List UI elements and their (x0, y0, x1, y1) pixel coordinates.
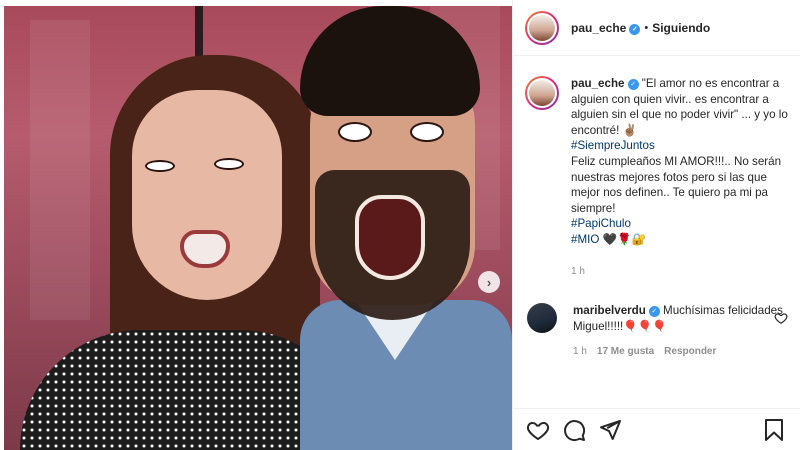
emoji-group: 🖤🌹🔐 (602, 232, 646, 246)
post-side-panel: pau_eche ✓ • Siguiendo pau_eche ✓ "El amor… (512, 0, 800, 450)
comment-body: maribelverdu ✓ Muchísimas felicidades Mig… (573, 303, 783, 357)
hashtag-siemprejuntos[interactable]: #SiempreJuntos (571, 138, 788, 154)
save-button[interactable] (761, 417, 787, 443)
caption-timestamp[interactable]: 1 h (571, 264, 788, 280)
man-eye-left (338, 122, 372, 142)
author-username-text[interactable]: pau_eche (571, 21, 626, 35)
commenter-username[interactable]: maribelverdu (573, 304, 646, 317)
post-header: pau_eche ✓ • Siguiendo (513, 0, 800, 56)
photo-frame-top (0, 0, 512, 6)
man-mouth (355, 195, 425, 280)
separator-dot: • (644, 21, 649, 34)
hashtag-papichulo[interactable]: #PapiChulo (571, 216, 788, 232)
share-icon (600, 419, 621, 440)
next-photo-button[interactable]: › (478, 271, 500, 293)
author-username[interactable]: pau_eche ✓ (571, 21, 641, 35)
bookmark-icon (765, 418, 783, 441)
author-avatar[interactable] (525, 10, 559, 45)
woman-eye-left (145, 160, 175, 172)
following-button[interactable]: Siguiendo (652, 21, 710, 35)
woman-eye-right (214, 158, 244, 170)
commenter-avatar[interactable] (527, 303, 557, 334)
caption-username[interactable]: pau_eche (571, 77, 625, 90)
caption: pau_eche ✓ "El amor no es encontrar a alg… (525, 76, 788, 279)
comment-likes[interactable]: 17 Me gusta (597, 346, 654, 357)
like-button[interactable] (525, 417, 551, 443)
caption-author-avatar[interactable] (525, 76, 559, 110)
comments-section: pau_eche ✓ "El amor no es encontrar a alg… (513, 56, 800, 357)
comment-timestamp[interactable]: 1 h (573, 346, 587, 357)
comment-like-heart-icon[interactable] (774, 311, 788, 325)
comment-icon (564, 419, 586, 441)
action-bar (513, 408, 800, 450)
chevron-right-icon: › (486, 274, 492, 290)
hashtag-mio-line: #MIO 🖤🌹🔐 (571, 232, 788, 248)
post-photo[interactable]: › (0, 0, 512, 450)
comment-meta: 1 h 17 Me gusta Responder (573, 346, 783, 357)
photo-frame-left (0, 0, 4, 450)
verified-badge-icon: ✓ (648, 306, 660, 318)
reply-button[interactable]: Responder (664, 346, 716, 357)
avatar-image (529, 14, 555, 41)
hashtag-mio[interactable]: #MIO (571, 233, 599, 246)
man-eye-right (410, 122, 444, 142)
caption-body: Feliz cumpleaños MI AMOR!!!.. No serán n… (571, 154, 782, 215)
caption-text: pau_eche ✓ "El amor no es encontrar a alg… (571, 76, 788, 279)
comment-text-block: maribelverdu ✓ Muchísimas felicidades Mig… (573, 303, 783, 334)
avatar-image (529, 80, 555, 106)
wall-seam (195, 0, 203, 60)
woman-mouth (180, 230, 230, 268)
verified-badge-icon: ✓ (627, 79, 639, 90)
woman-face (132, 90, 282, 300)
share-button[interactable] (597, 417, 623, 443)
comment-item: maribelverdu ✓ Muchísimas felicidades Mig… (525, 303, 788, 357)
verified-badge-icon: ✓ (629, 23, 641, 35)
comment-button[interactable] (561, 417, 587, 443)
heart-icon (526, 421, 550, 440)
wall-texture (30, 20, 90, 320)
